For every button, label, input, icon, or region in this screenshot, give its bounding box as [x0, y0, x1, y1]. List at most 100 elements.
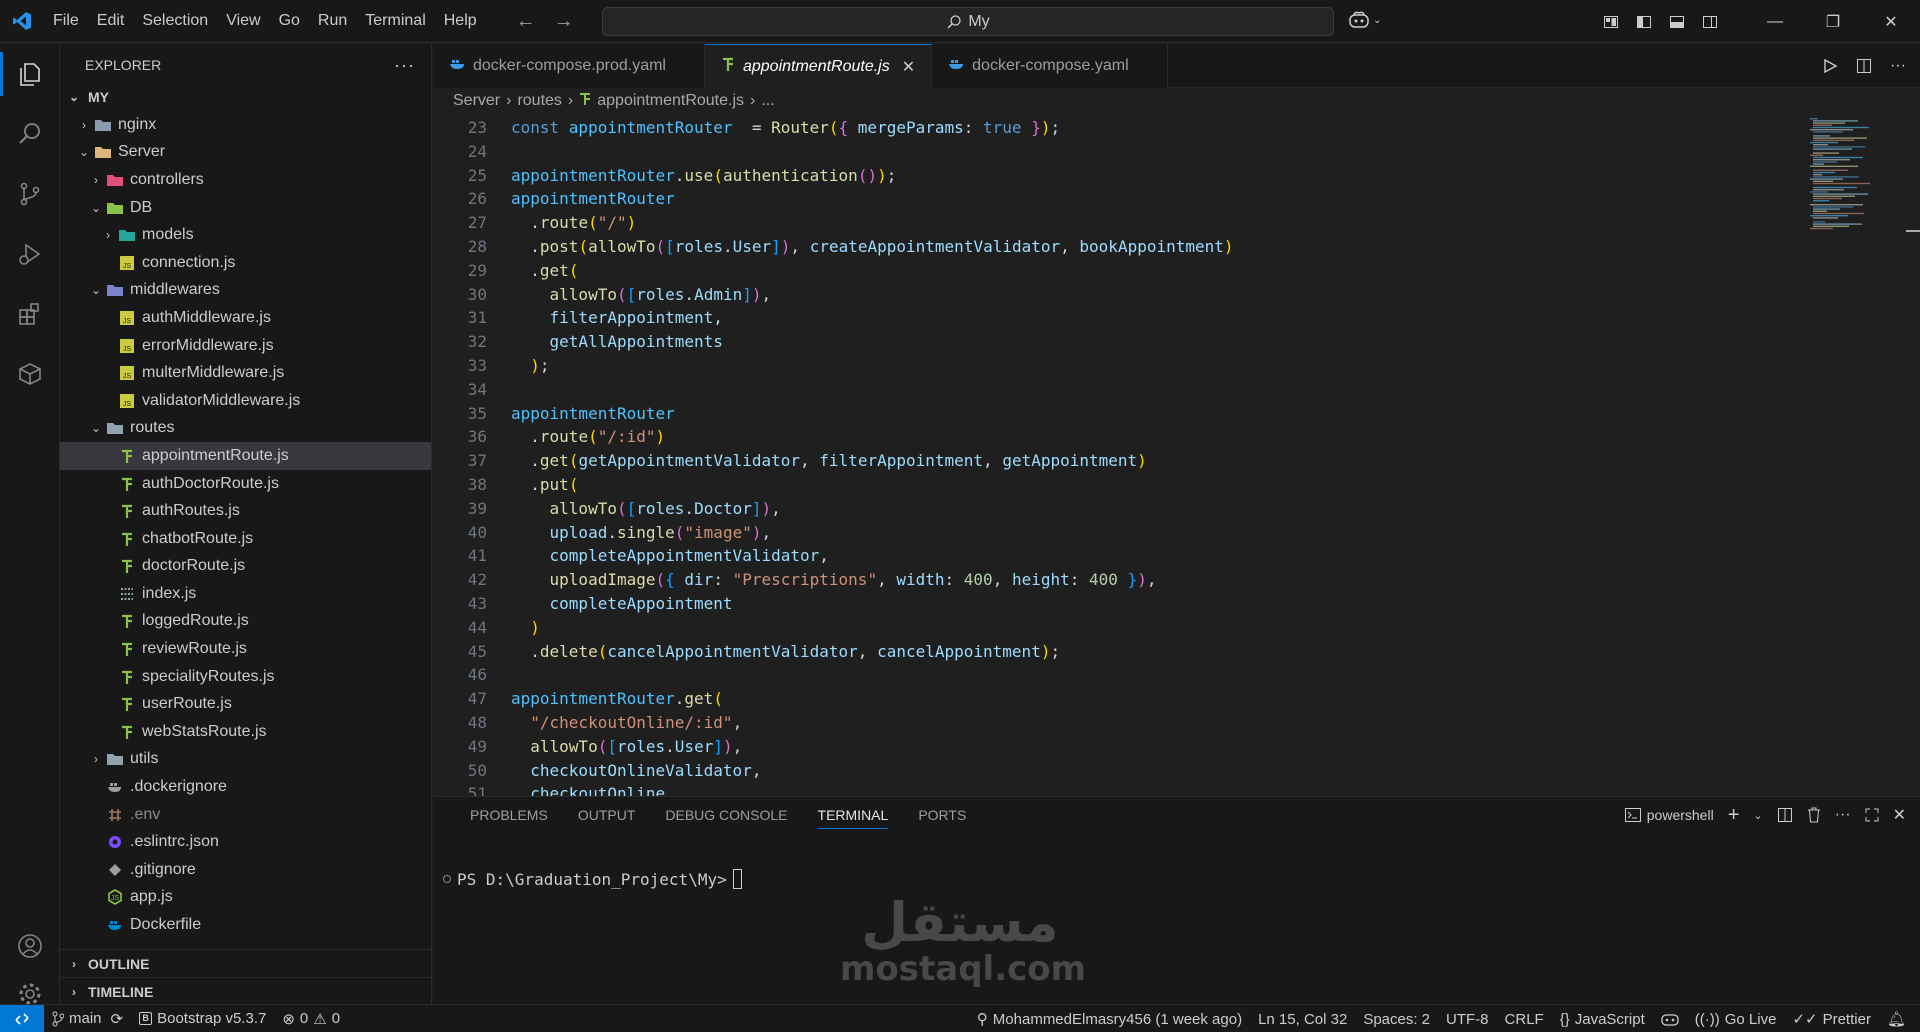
breadcrumb-item[interactable]: appointmentRoute.js: [597, 92, 744, 110]
copilot-button[interactable]: ⌄: [1348, 10, 1381, 30]
editor-tab[interactable]: appointmentRoute.js ✕: [704, 44, 933, 88]
menu-selection[interactable]: Selection: [133, 6, 217, 36]
trash-icon[interactable]: [1807, 807, 1821, 823]
menu-edit[interactable]: Edit: [88, 6, 134, 36]
tree-file[interactable]: userRoute.js: [60, 690, 431, 718]
editor-scrollbar[interactable]: [1906, 116, 1920, 796]
menu-terminal[interactable]: Terminal: [356, 6, 434, 36]
tree-file[interactable]: appointmentRoute.js: [60, 442, 431, 470]
terminal-shell-selector[interactable]: powershell: [1624, 807, 1714, 823]
copilot-status-icon[interactable]: [1653, 1011, 1687, 1027]
tree-file[interactable]: loggedRoute.js: [60, 608, 431, 636]
breadcrumb-item[interactable]: routes: [517, 92, 561, 110]
menu-help[interactable]: Help: [435, 6, 486, 36]
tree-file[interactable]: JS multerMiddleware.js: [60, 359, 431, 387]
docker-icon[interactable]: [0, 344, 60, 404]
chevron-down-icon[interactable]: ⌄: [1753, 809, 1762, 822]
tree-file[interactable]: .gitignore: [60, 856, 431, 884]
split-terminal-icon[interactable]: [1777, 807, 1793, 823]
go-live-button[interactable]: ((·)) Go Live: [1687, 1011, 1785, 1028]
search-icon[interactable]: [0, 104, 60, 164]
problems-status[interactable]: ⊗ 0 ⚠ 0: [274, 1010, 348, 1028]
tree-file[interactable]: reviewRoute.js: [60, 635, 431, 663]
close-panel-icon[interactable]: ✕: [1893, 805, 1906, 825]
panel-tab-terminal[interactable]: TERMINAL: [803, 797, 904, 833]
panel-tab-debug-console[interactable]: DEBUG CONSOLE: [650, 797, 802, 833]
maximize-panel-icon[interactable]: [1865, 808, 1879, 822]
panel-tab-output[interactable]: OUTPUT: [563, 797, 651, 833]
tree-file[interactable]: JS validatorMiddleware.js: [60, 387, 431, 415]
extensions-icon[interactable]: [0, 284, 60, 344]
panel-tab-ports[interactable]: PORTS: [903, 797, 981, 833]
language-mode[interactable]: {} JavaScript: [1552, 1011, 1653, 1028]
tree-folder[interactable]: › controllers: [60, 166, 431, 194]
customize-layout-icon[interactable]: [1594, 0, 1627, 43]
tree-file[interactable]: authDoctorRoute.js: [60, 470, 431, 498]
indentation[interactable]: Spaces: 2: [1355, 1011, 1438, 1028]
branch-status[interactable]: main ⟳: [44, 1010, 131, 1028]
remote-indicator-icon[interactable]: [0, 1004, 44, 1032]
tree-file[interactable]: specialityRoutes.js: [60, 663, 431, 691]
menu-run[interactable]: Run: [309, 6, 356, 36]
toggle-panel-icon[interactable]: [1660, 0, 1693, 43]
forward-arrow-icon[interactable]: →: [554, 10, 574, 33]
breadcrumb-item[interactable]: ...: [761, 92, 774, 110]
tree-file[interactable]: index.js: [60, 580, 431, 608]
tree-folder[interactable]: › utils: [60, 746, 431, 774]
editor-tab[interactable]: docker-compose.prod.yaml: [433, 44, 705, 88]
source-control-icon[interactable]: [0, 164, 60, 224]
tree-file[interactable]: JS app.js: [60, 884, 431, 912]
git-blame-status[interactable]: ⚲ MohammedElmasry456 (1 week ago): [969, 1010, 1250, 1029]
tree-file[interactable]: webStatsRoute.js: [60, 718, 431, 746]
more-actions-icon[interactable]: ···: [1890, 57, 1906, 75]
tree-folder[interactable]: › nginx: [60, 111, 431, 139]
more-actions-icon[interactable]: ···: [1835, 806, 1851, 824]
tree-file[interactable]: .env: [60, 801, 431, 829]
tree-folder[interactable]: ⌄ Server: [60, 139, 431, 167]
outline-section[interactable]: › OUTLINE: [60, 949, 431, 977]
tree-file[interactable]: JS authMiddleware.js: [60, 304, 431, 332]
panel-tab-problems[interactable]: PROBLEMS: [455, 797, 563, 833]
run-debug-icon[interactable]: [0, 224, 60, 284]
tree-folder[interactable]: › models: [60, 221, 431, 249]
minimize-button[interactable]: —: [1746, 0, 1804, 43]
tree-folder[interactable]: ⌄ DB: [60, 194, 431, 222]
code-editor[interactable]: 23 const appointmentRouter = Router({ mer…: [433, 116, 1920, 796]
menu-view[interactable]: View: [217, 6, 269, 36]
restore-button[interactable]: ❐: [1804, 0, 1862, 43]
tree-file[interactable]: JS errorMiddleware.js: [60, 332, 431, 360]
close-window-button[interactable]: ✕: [1862, 0, 1920, 43]
minimap[interactable]: [1810, 116, 1890, 316]
menu-file[interactable]: File: [44, 6, 88, 36]
menu-go[interactable]: Go: [270, 6, 309, 36]
explorer-icon[interactable]: [0, 44, 60, 104]
tree-folder[interactable]: ⌄ middlewares: [60, 277, 431, 305]
tree-file[interactable]: Dockerfile: [60, 911, 431, 939]
back-arrow-icon[interactable]: ←: [516, 10, 536, 33]
line-ending[interactable]: CRLF: [1497, 1011, 1552, 1028]
run-file-icon[interactable]: [1822, 58, 1838, 74]
tree-file[interactable]: .eslintrc.json: [60, 828, 431, 856]
tree-file[interactable]: chatbotRoute.js: [60, 525, 431, 553]
sync-icon[interactable]: ⟳: [111, 1010, 124, 1028]
bootstrap-status[interactable]: B Bootstrap v5.3.7: [131, 1010, 274, 1027]
editor-tab[interactable]: docker-compose.yaml: [932, 44, 1168, 88]
tree-file[interactable]: doctorRoute.js: [60, 553, 431, 581]
command-center-search[interactable]: My: [602, 7, 1334, 36]
prettier-status[interactable]: ✓✓ Prettier: [1784, 1010, 1879, 1029]
tree-folder[interactable]: ⌄ routes: [60, 415, 431, 443]
notifications-bell-icon[interactable]: 🔔︎: [1879, 1010, 1920, 1028]
toggle-sidebar-icon[interactable]: [1627, 0, 1660, 43]
terminal-output[interactable]: PS D:\Graduation_Project\My>: [443, 869, 742, 889]
encoding[interactable]: UTF-8: [1438, 1011, 1497, 1028]
split-editor-icon[interactable]: [1856, 58, 1872, 74]
tree-file[interactable]: JS connection.js: [60, 249, 431, 277]
cursor-position[interactable]: Ln 15, Col 32: [1250, 1011, 1355, 1028]
timeline-section[interactable]: › TIMELINE: [60, 977, 431, 1004]
new-terminal-icon[interactable]: +: [1728, 804, 1740, 827]
close-tab-icon[interactable]: ✕: [902, 57, 915, 77]
workspace-root[interactable]: ⌄ MY: [60, 86, 431, 108]
toggle-secondary-sidebar-icon[interactable]: [1693, 0, 1726, 43]
more-actions-icon[interactable]: ···: [394, 55, 415, 76]
breadcrumb-item[interactable]: Server: [453, 92, 500, 110]
